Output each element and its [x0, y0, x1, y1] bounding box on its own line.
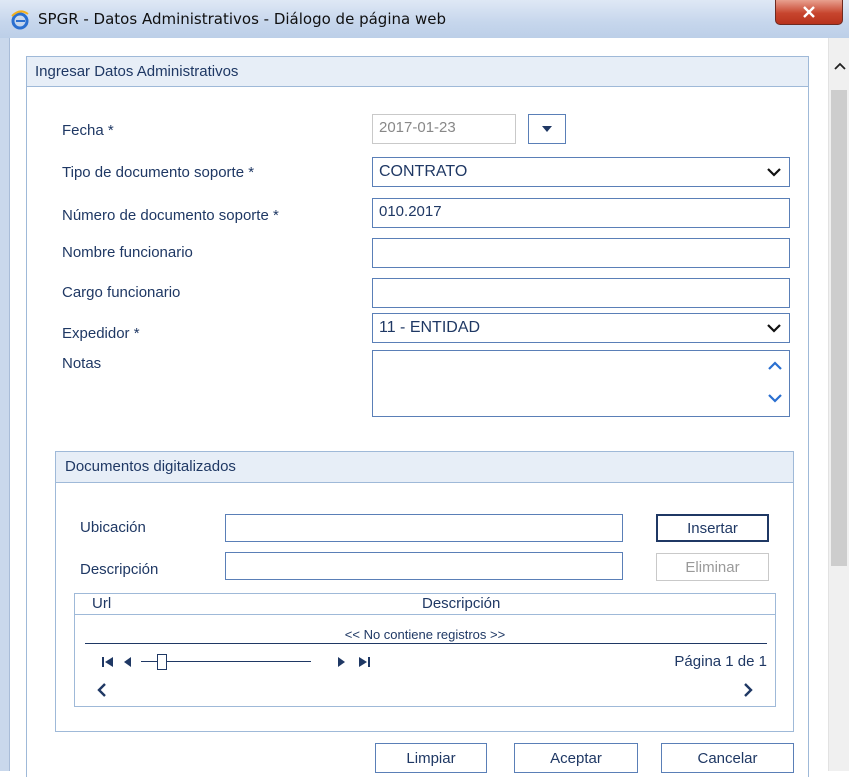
cargo-funcionario-label: Cargo funcionario — [62, 284, 181, 301]
close-icon — [803, 6, 815, 18]
close-button[interactable] — [775, 0, 843, 25]
fecha-label: Fecha * — [62, 122, 114, 139]
eliminar-button[interactable]: Eliminar — [656, 553, 769, 581]
grid-header: Url Descripción — [75, 594, 775, 615]
ubicacion-input[interactable] — [225, 514, 623, 542]
panel-title: Ingresar Datos Administrativos — [35, 63, 239, 80]
scroll-left-icon[interactable] — [97, 683, 107, 697]
notas-textarea[interactable] — [372, 350, 790, 417]
chevron-up-icon — [833, 62, 846, 70]
caret-down-icon — [542, 126, 552, 132]
grid-pager: Página 1 de 1 — [75, 650, 775, 674]
insertar-button[interactable]: Insertar — [656, 514, 769, 542]
page-slider-handle[interactable] — [157, 654, 167, 670]
documentos-grid: Url Descripción << No contiene registros… — [74, 593, 776, 707]
chevron-up-icon[interactable] — [768, 361, 782, 371]
first-page-icon[interactable] — [101, 656, 115, 668]
vertical-scrollbar[interactable] — [828, 38, 849, 771]
ubicacion-label: Ubicación — [80, 519, 146, 536]
section-title: Documentos digitalizados — [65, 458, 236, 475]
descripcion-input[interactable] — [225, 552, 623, 580]
aceptar-button[interactable]: Aceptar — [514, 743, 638, 773]
previous-page-icon[interactable] — [122, 656, 132, 668]
nombre-funcionario-input[interactable] — [372, 238, 790, 268]
window-left-border — [0, 38, 10, 771]
panel-header: Ingresar Datos Administrativos — [27, 57, 808, 87]
cancelar-button[interactable]: Cancelar — [661, 743, 794, 773]
numero-documento-input[interactable]: 010.2017 — [372, 198, 790, 228]
chevron-down-icon — [767, 324, 781, 333]
expedidor-label: Expedidor * — [62, 325, 140, 342]
tipo-documento-select[interactable]: CONTRATO — [372, 157, 790, 187]
scroll-up-button[interactable] — [829, 56, 849, 76]
limpiar-button[interactable]: Limpiar — [375, 743, 487, 773]
date-picker-button[interactable] — [528, 114, 566, 144]
fecha-value: 2017-01-23 — [379, 119, 456, 136]
numero-documento-label: Número de documento soporte * — [62, 207, 279, 224]
numero-documento-value: 010.2017 — [379, 203, 442, 220]
descripcion-label: Descripción — [80, 561, 159, 578]
expedidor-value: 11 - ENTIDAD — [379, 319, 481, 336]
grid-horizontal-scrollbar[interactable] — [75, 680, 775, 698]
chevron-down-icon[interactable] — [768, 393, 782, 403]
scroll-right-icon[interactable] — [743, 683, 753, 697]
chevron-down-icon — [767, 168, 781, 177]
last-page-icon[interactable] — [357, 656, 371, 668]
column-header-descripcion[interactable]: Descripción — [422, 595, 500, 612]
next-page-icon[interactable] — [337, 656, 347, 668]
notas-label: Notas — [62, 355, 102, 372]
scroll-thumb[interactable] — [831, 90, 847, 566]
expedidor-select[interactable]: 11 - ENTIDAD — [372, 313, 790, 343]
tipo-documento-label: Tipo de documento soporte * — [62, 164, 255, 181]
grid-empty-message: << No contiene registros >> — [344, 627, 506, 642]
page-info: Página 1 de 1 — [674, 653, 767, 670]
internet-explorer-icon — [9, 9, 31, 31]
nombre-funcionario-label: Nombre funcionario — [62, 244, 193, 261]
fecha-field: 2017-01-23 — [372, 114, 516, 144]
section-header: Documentos digitalizados — [56, 452, 793, 483]
column-header-url[interactable]: Url — [92, 595, 111, 612]
grid-divider — [85, 643, 767, 644]
tipo-documento-value: CONTRATO — [379, 163, 468, 180]
cargo-funcionario-input[interactable] — [372, 278, 790, 308]
window-titlebar: SPGR - Datos Administrativos - Diálogo d… — [0, 0, 849, 39]
window-title: SPGR - Datos Administrativos - Diálogo d… — [38, 10, 446, 28]
